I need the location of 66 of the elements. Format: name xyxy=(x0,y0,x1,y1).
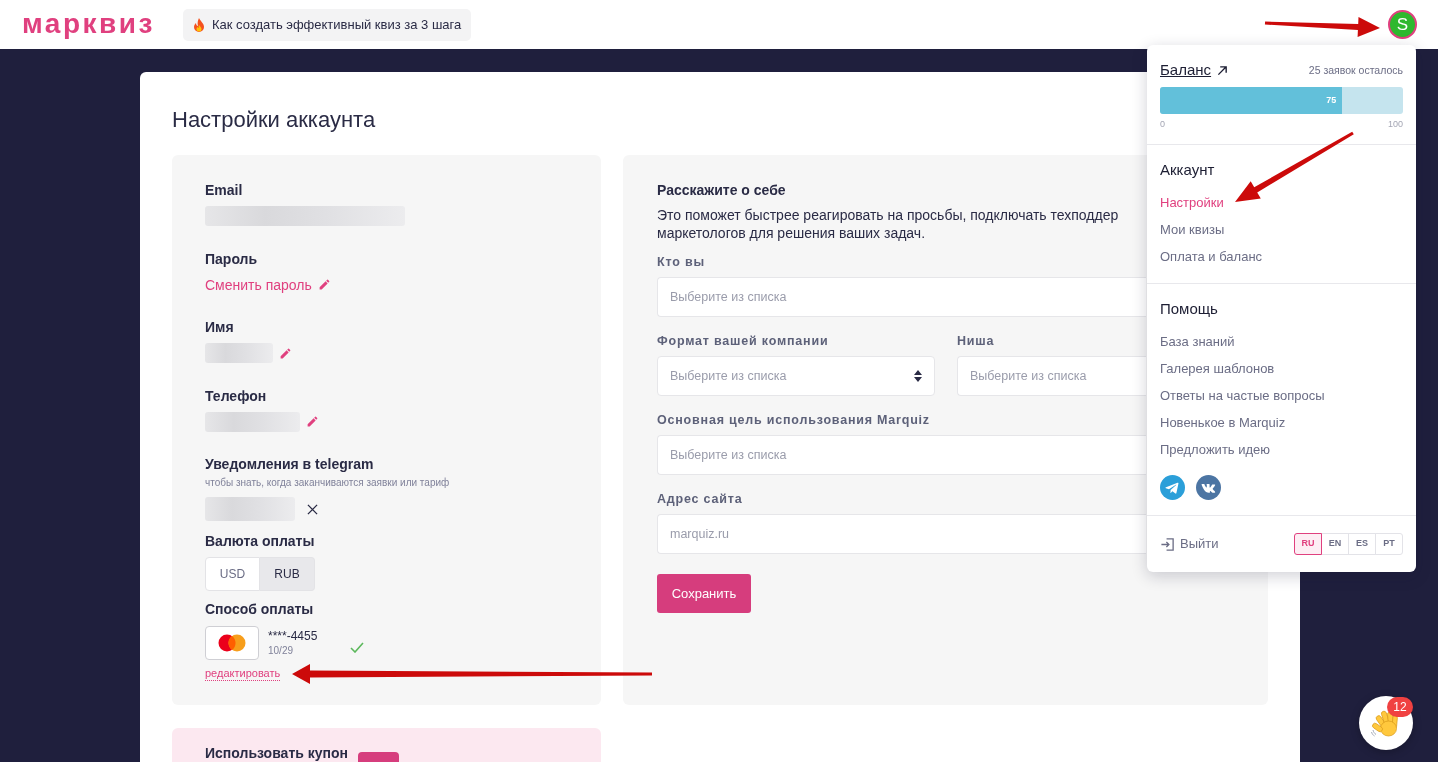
axis-label: 100 xyxy=(1387,118,1403,130)
field-label: Кто вы xyxy=(657,254,705,270)
field-label: Валюта оплаты xyxy=(205,532,315,551)
pencil-icon[interactable] xyxy=(317,278,331,291)
arrow-up-right-icon xyxy=(1217,64,1229,76)
pencil-icon[interactable] xyxy=(279,346,292,360)
blurred-value xyxy=(205,343,273,363)
flame-icon xyxy=(192,17,205,32)
field-label: Адрес сайта xyxy=(657,491,743,507)
input-field[interactable]: Выберите из списка xyxy=(657,277,1146,317)
progress-value: 75 xyxy=(1326,93,1337,107)
menu-item[interactable]: Новенькое в Marquiz xyxy=(1160,409,1286,436)
card-expiry: 10/29 xyxy=(268,644,294,657)
field-label: Формат вашей компании xyxy=(657,333,829,349)
balance-link[interactable]: Баланс xyxy=(1160,61,1229,79)
field-label: Телефон xyxy=(205,386,267,406)
language-button[interactable]: EN xyxy=(1321,533,1349,555)
description-text: Это поможет быстрее реагировать на просьбы, подключать техподдер маркетологов для решения ваших задач. xyxy=(657,206,1119,242)
menu-item[interactable]: Оплата и баланс xyxy=(1160,243,1263,270)
logout-icon xyxy=(1160,536,1175,552)
language-button[interactable]: PT xyxy=(1375,533,1403,555)
field-label: Основная цель использования Marquiz xyxy=(657,412,930,428)
hint-text: чтобы знать, когда заканчиваются заявки или тариф xyxy=(205,476,450,490)
menu-section-title: Аккаунт xyxy=(1160,161,1215,179)
input-field[interactable]: Выберите из списка xyxy=(657,435,1146,475)
field-label: Способ оплаты xyxy=(205,600,314,619)
close-icon[interactable] xyxy=(307,503,318,515)
menu-item[interactable]: Ответы на частые вопросы xyxy=(1160,382,1325,409)
field-label: Пароль xyxy=(205,249,258,269)
currency-option[interactable]: RUB xyxy=(260,557,315,591)
chat-button[interactable]: 12 xyxy=(1359,696,1413,750)
field-label: Имя xyxy=(205,318,234,337)
save-button[interactable]: Сохранить xyxy=(657,574,751,613)
logout-link[interactable]: Выйти xyxy=(1160,533,1219,555)
menu-item[interactable]: Настройки xyxy=(1160,189,1224,216)
menu-item[interactable]: База знаний xyxy=(1160,328,1235,355)
field-label: Уведомления в telegram xyxy=(205,455,374,474)
edit-payment-link[interactable]: редактировать xyxy=(205,666,281,681)
menu-item[interactable]: Галерея шаблонов xyxy=(1160,355,1275,382)
page-title: Настройки аккаунта xyxy=(172,106,376,134)
field-label: Email xyxy=(205,181,243,200)
language-button[interactable]: RU xyxy=(1294,533,1322,555)
select-field[interactable]: Выберите из списка xyxy=(657,356,935,396)
coupon-title: Использовать купон xyxy=(205,745,348,761)
sort-caret-icon xyxy=(914,370,922,382)
change-password-link[interactable]: Сменить пароль xyxy=(205,274,331,295)
input-field[interactable]: marquiz.ru xyxy=(657,514,1146,554)
menu-section-title: Помощь xyxy=(1160,300,1218,318)
logo[interactable]: марквиз xyxy=(22,9,155,38)
menu-item[interactable]: Мои квизы xyxy=(1160,216,1225,243)
language-button[interactable]: ES xyxy=(1348,533,1376,555)
vk-logo-icon[interactable] xyxy=(1196,475,1221,500)
field-label: Ниша xyxy=(957,333,995,349)
axis-label: 0 xyxy=(1160,118,1165,130)
input-field[interactable]: Выберите из списка xyxy=(957,356,1146,396)
currency-option[interactable]: USD xyxy=(205,557,260,591)
menu-item[interactable]: Предложить идею xyxy=(1160,436,1271,463)
tag-icon xyxy=(358,752,399,762)
promo-link-button[interactable]: Как создать эффективный квиз за 3 шага xyxy=(182,8,472,41)
section-title: Расскажите о себе xyxy=(657,181,786,200)
notification-count: 12 xyxy=(1387,697,1413,717)
pencil-icon[interactable] xyxy=(306,415,319,428)
card-logo-icon xyxy=(217,634,247,652)
remaining-requests: 25 заявок осталось xyxy=(1308,63,1403,78)
paper-plane-icon[interactable] xyxy=(1160,475,1185,500)
card-number: ****-4455 xyxy=(268,629,318,644)
